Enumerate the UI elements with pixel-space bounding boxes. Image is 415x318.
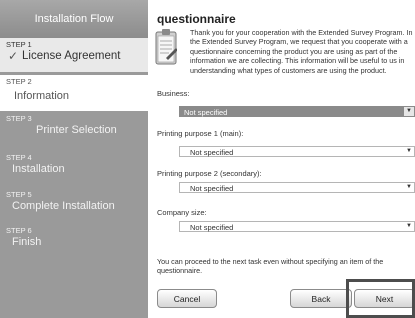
step-label: License Agreement xyxy=(22,50,121,62)
questionnaire-description: Thank you for your cooperation with the … xyxy=(190,28,413,75)
page-title: questionnaire xyxy=(157,12,236,26)
step-number: STEP 6 xyxy=(6,226,32,235)
next-button-focus-highlight xyxy=(346,279,415,318)
step-number: STEP 4 xyxy=(6,153,32,162)
step-label: Finish xyxy=(12,236,42,248)
checkmark-icon: ✓ xyxy=(8,49,19,63)
step-printer-selection: STEP 3 Printer Selection xyxy=(0,112,148,146)
optional-questionnaire-note: You can proceed to the next task even wi… xyxy=(157,257,384,275)
step-label: Information xyxy=(14,90,70,102)
step-information: STEP 2 Information xyxy=(0,75,148,111)
questionnaire-clipboard-icon xyxy=(155,29,177,65)
step-complete-installation: STEP 5 Complete Installation xyxy=(0,188,148,222)
company-size-label: Company size: xyxy=(157,208,207,217)
sidebar-title: Installation Flow xyxy=(0,0,148,38)
chevron-down-icon[interactable]: ▼ xyxy=(404,222,414,231)
printing-purpose-1-select[interactable]: Not specified ▼ xyxy=(179,146,415,157)
installation-flow-sidebar: Installation Flow STEP 1 ✓ License Agree… xyxy=(0,0,148,318)
cancel-button[interactable]: Cancel xyxy=(157,289,217,308)
step-number: STEP 3 xyxy=(6,114,32,123)
step-label: Printer Selection xyxy=(36,124,117,136)
business-select[interactable]: Not specified ▼ xyxy=(179,106,415,117)
company-size-select[interactable]: Not specified ▼ xyxy=(179,221,415,232)
step-installation: STEP 4 Installation xyxy=(0,151,148,185)
printing-purpose-2-label: Printing purpose 2 (secondary): xyxy=(157,169,262,178)
step-number: STEP 2 xyxy=(6,77,32,86)
business-label: Business: xyxy=(157,89,190,98)
chevron-down-icon[interactable]: ▼ xyxy=(404,107,414,116)
step-license-agreement: STEP 1 ✓ License Agreement xyxy=(0,38,148,72)
chevron-down-icon[interactable]: ▼ xyxy=(404,183,414,192)
chevron-down-icon[interactable]: ▼ xyxy=(404,147,414,156)
step-number: STEP 5 xyxy=(6,190,32,199)
select-value: Not specified xyxy=(190,148,234,157)
step-number: STEP 1 xyxy=(6,40,32,49)
back-button[interactable]: Back xyxy=(290,289,352,308)
printing-purpose-1-label: Printing purpose 1 (main): xyxy=(157,129,244,138)
select-value: Not specified xyxy=(190,223,234,232)
select-value: Not specified xyxy=(184,108,228,117)
questionnaire-panel: questionnaire Thank you for your coopera… xyxy=(148,0,415,318)
step-label: Installation xyxy=(12,163,65,175)
select-value: Not specified xyxy=(190,184,234,193)
printing-purpose-2-select[interactable]: Not specified ▼ xyxy=(179,182,415,193)
step-finish: STEP 6 Finish xyxy=(0,224,148,258)
step-label: Complete Installation xyxy=(12,200,115,212)
